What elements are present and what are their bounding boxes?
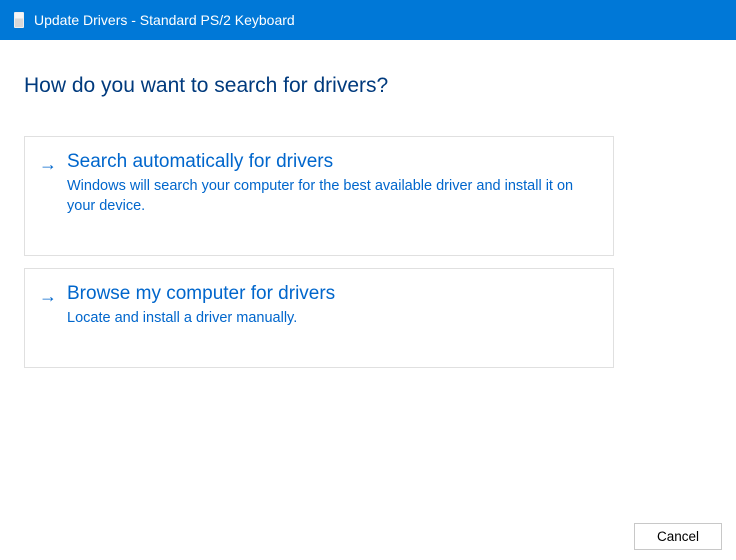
option-search-automatically[interactable]: → Search automatically for drivers Windo… xyxy=(24,136,614,256)
content-area: How do you want to search for drivers? →… xyxy=(0,40,736,368)
arrow-right-icon: → xyxy=(39,283,57,309)
options-list: → Search automatically for drivers Windo… xyxy=(24,136,614,368)
option-body: Search automatically for drivers Windows… xyxy=(67,151,595,216)
option-title: Browse my computer for drivers xyxy=(67,283,595,305)
titlebar: Update Drivers - Standard PS/2 Keyboard xyxy=(0,0,736,40)
keyboard-icon xyxy=(14,12,24,28)
option-description: Windows will search your computer for th… xyxy=(67,177,595,216)
option-title: Search automatically for drivers xyxy=(67,151,595,173)
page-heading: How do you want to search for drivers? xyxy=(24,74,712,98)
option-body: Browse my computer for drivers Locate an… xyxy=(67,283,595,329)
footer: Cancel xyxy=(634,523,722,550)
option-browse-computer[interactable]: → Browse my computer for drivers Locate … xyxy=(24,268,614,368)
window-title: Update Drivers - Standard PS/2 Keyboard xyxy=(34,12,295,28)
option-description: Locate and install a driver manually. xyxy=(67,309,595,329)
cancel-button[interactable]: Cancel xyxy=(634,523,722,550)
arrow-right-icon: → xyxy=(39,151,57,177)
